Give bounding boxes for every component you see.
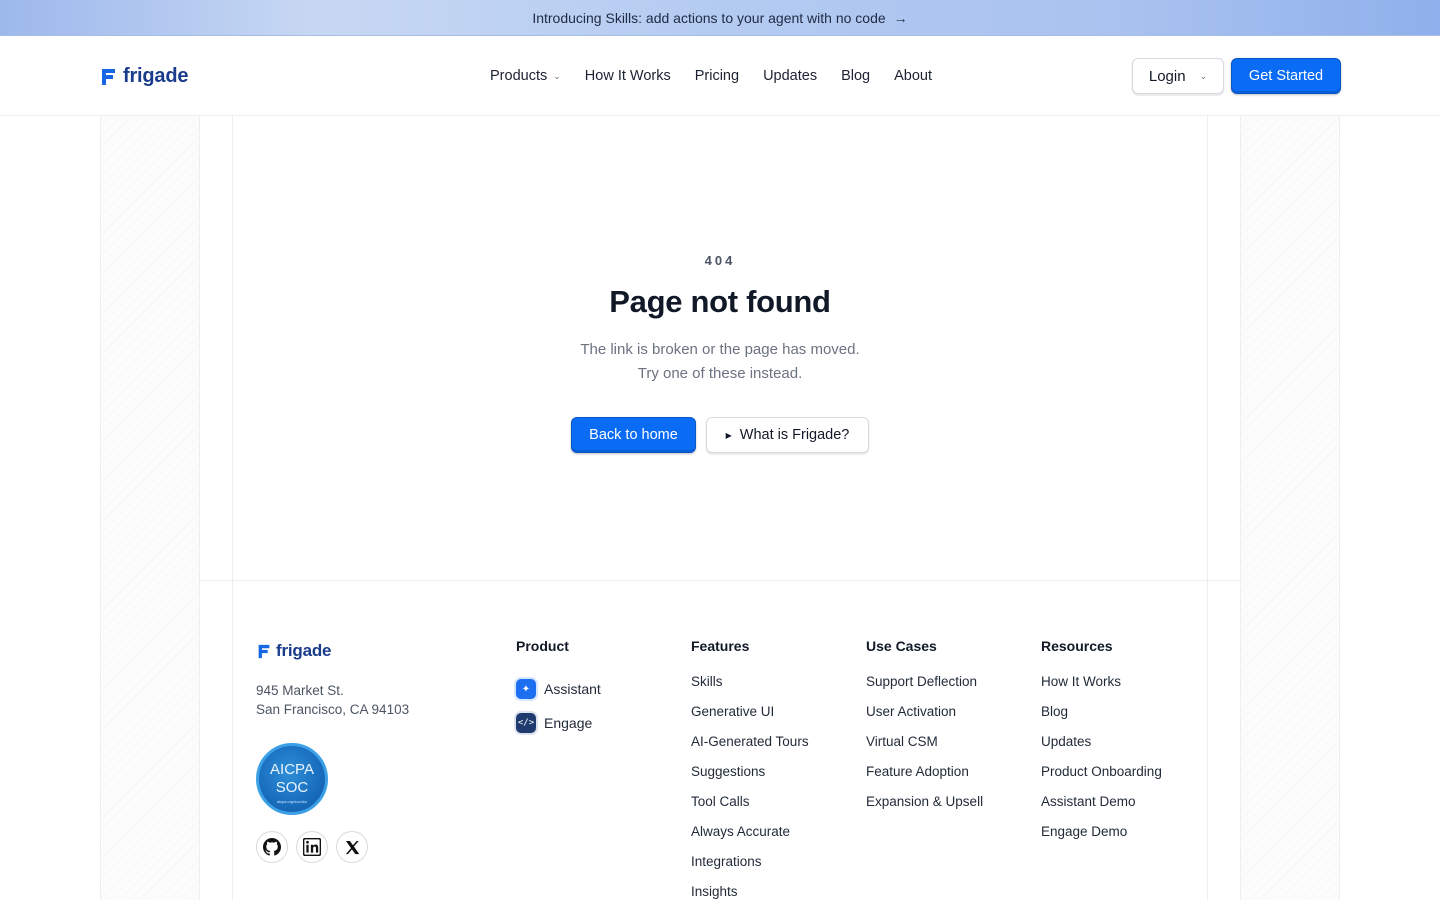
x-icon xyxy=(345,840,359,854)
sparkle-icon: ✦ xyxy=(516,679,536,699)
badge-line: aicpa.org/soc4so xyxy=(276,799,308,804)
github-icon xyxy=(263,838,281,856)
footer-link[interactable]: Support Deflection xyxy=(866,672,983,702)
frigade-logo-icon xyxy=(102,68,115,85)
footer-link[interactable]: Feature Adoption xyxy=(866,762,983,792)
footer-column-resources: Resources How It Works Blog Updates Prod… xyxy=(1041,638,1162,852)
aicpa-soc-badge: AICPA SOC aicpa.org/soc4so xyxy=(256,743,328,815)
footer-link[interactable]: Generative UI xyxy=(691,702,809,732)
what-is-frigade-button[interactable]: ▶ What is Frigade? xyxy=(706,417,869,453)
footer-link[interactable]: Integrations xyxy=(691,852,809,882)
badge-line: SOC xyxy=(275,779,309,796)
arrow-right-icon: → xyxy=(893,9,908,26)
column-title: Product xyxy=(516,638,569,654)
code-icon: </> xyxy=(516,713,536,733)
announcement-banner[interactable]: Introducing Skills: add actions to your … xyxy=(0,0,1440,36)
link-label: Engage xyxy=(544,715,593,731)
frigade-logo-icon xyxy=(258,644,270,658)
what-is-frigade-label: What is Frigade? xyxy=(739,427,850,443)
footer-link[interactable]: Blog xyxy=(1041,702,1162,732)
footer-logo-text: frigade xyxy=(276,641,332,660)
not-found-section: 404 Page not found The link is broken or… xyxy=(233,116,1207,580)
address-line: 945 Market St. xyxy=(256,683,344,698)
footer-link[interactable]: How It Works xyxy=(1041,672,1162,702)
play-icon: ▶ xyxy=(725,430,732,440)
nav-blog[interactable]: Blog xyxy=(829,68,882,84)
column-title: Features xyxy=(691,638,750,654)
chevron-down-icon: ⌄ xyxy=(1199,70,1208,81)
login-label: Login xyxy=(1148,67,1186,85)
page-title: Page not found xyxy=(609,284,831,319)
footer-link[interactable]: Insights xyxy=(691,882,809,900)
footer-link[interactable]: Expansion & Upsell xyxy=(866,792,983,822)
get-started-button[interactable]: Get Started xyxy=(1231,58,1341,94)
main-nav: Products ⌄ How It Works Pricing Updates … xyxy=(478,36,944,116)
footer-link[interactable]: Always Accurate xyxy=(691,822,809,852)
footer-column-product: Product ✦ Assistant </> Engage xyxy=(516,638,601,740)
footer-link-assistant[interactable]: ✦ Assistant xyxy=(516,672,601,706)
footer-link[interactable]: AI-Generated Tours xyxy=(691,732,809,762)
nav-how-it-works[interactable]: How It Works xyxy=(573,68,683,84)
footer-column-features: Features Skills Generative UI AI-Generat… xyxy=(691,638,809,900)
site-header: frigade Products ⌄ How It Works Pricing … xyxy=(0,36,1440,116)
footer-link[interactable]: User Activation xyxy=(866,702,983,732)
back-to-home-button[interactable]: Back to home xyxy=(571,417,696,453)
login-button[interactable]: Login ⌄ xyxy=(1132,58,1224,94)
nav-pricing[interactable]: Pricing xyxy=(683,68,751,84)
error-description: The link is broken or the page has moved… xyxy=(580,341,860,382)
error-code: 404 xyxy=(704,253,736,268)
column-title: Resources xyxy=(1041,638,1113,654)
nav-about[interactable]: About xyxy=(882,68,944,84)
footer-link[interactable]: Suggestions xyxy=(691,762,809,792)
footer-link[interactable]: Product Onboarding xyxy=(1041,762,1162,792)
github-link[interactable] xyxy=(256,831,288,863)
chevron-down-icon: ⌄ xyxy=(553,70,561,81)
address-line: San Francisco, CA 94103 xyxy=(256,702,410,717)
x-link[interactable] xyxy=(336,831,368,863)
company-address: 945 Market St. San Francisco, CA 94103 xyxy=(256,681,409,719)
logo[interactable]: frigade xyxy=(100,65,188,88)
link-label: Assistant xyxy=(544,681,601,697)
footer-link[interactable]: Skills xyxy=(691,672,809,702)
footer-link[interactable]: Virtual CSM xyxy=(866,732,983,762)
nav-label: Products xyxy=(490,68,548,84)
left-gutter-pattern xyxy=(100,116,200,900)
footer-link[interactable]: Assistant Demo xyxy=(1041,792,1162,822)
linkedin-link[interactable] xyxy=(296,831,328,863)
logo-text: frigade xyxy=(123,65,189,87)
footer-logo[interactable]: frigade xyxy=(257,641,331,661)
right-gutter-pattern xyxy=(1240,116,1340,900)
nav-updates[interactable]: Updates xyxy=(751,68,829,84)
badge-line: AICPA xyxy=(270,761,314,778)
divider xyxy=(200,580,1240,581)
announcement-text: Introducing Skills: add actions to your … xyxy=(532,9,886,26)
footer-link[interactable]: Engage Demo xyxy=(1041,822,1162,852)
linkedin-icon xyxy=(303,838,321,856)
footer-link[interactable]: Updates xyxy=(1041,732,1162,762)
footer-column-use-cases: Use Cases Support Deflection User Activa… xyxy=(866,638,983,822)
column-title: Use Cases xyxy=(866,638,937,654)
nav-products[interactable]: Products ⌄ xyxy=(478,68,573,84)
divider xyxy=(1207,116,1208,900)
footer-link-engage[interactable]: </> Engage xyxy=(516,706,601,740)
footer-link[interactable]: Tool Calls xyxy=(691,792,809,822)
